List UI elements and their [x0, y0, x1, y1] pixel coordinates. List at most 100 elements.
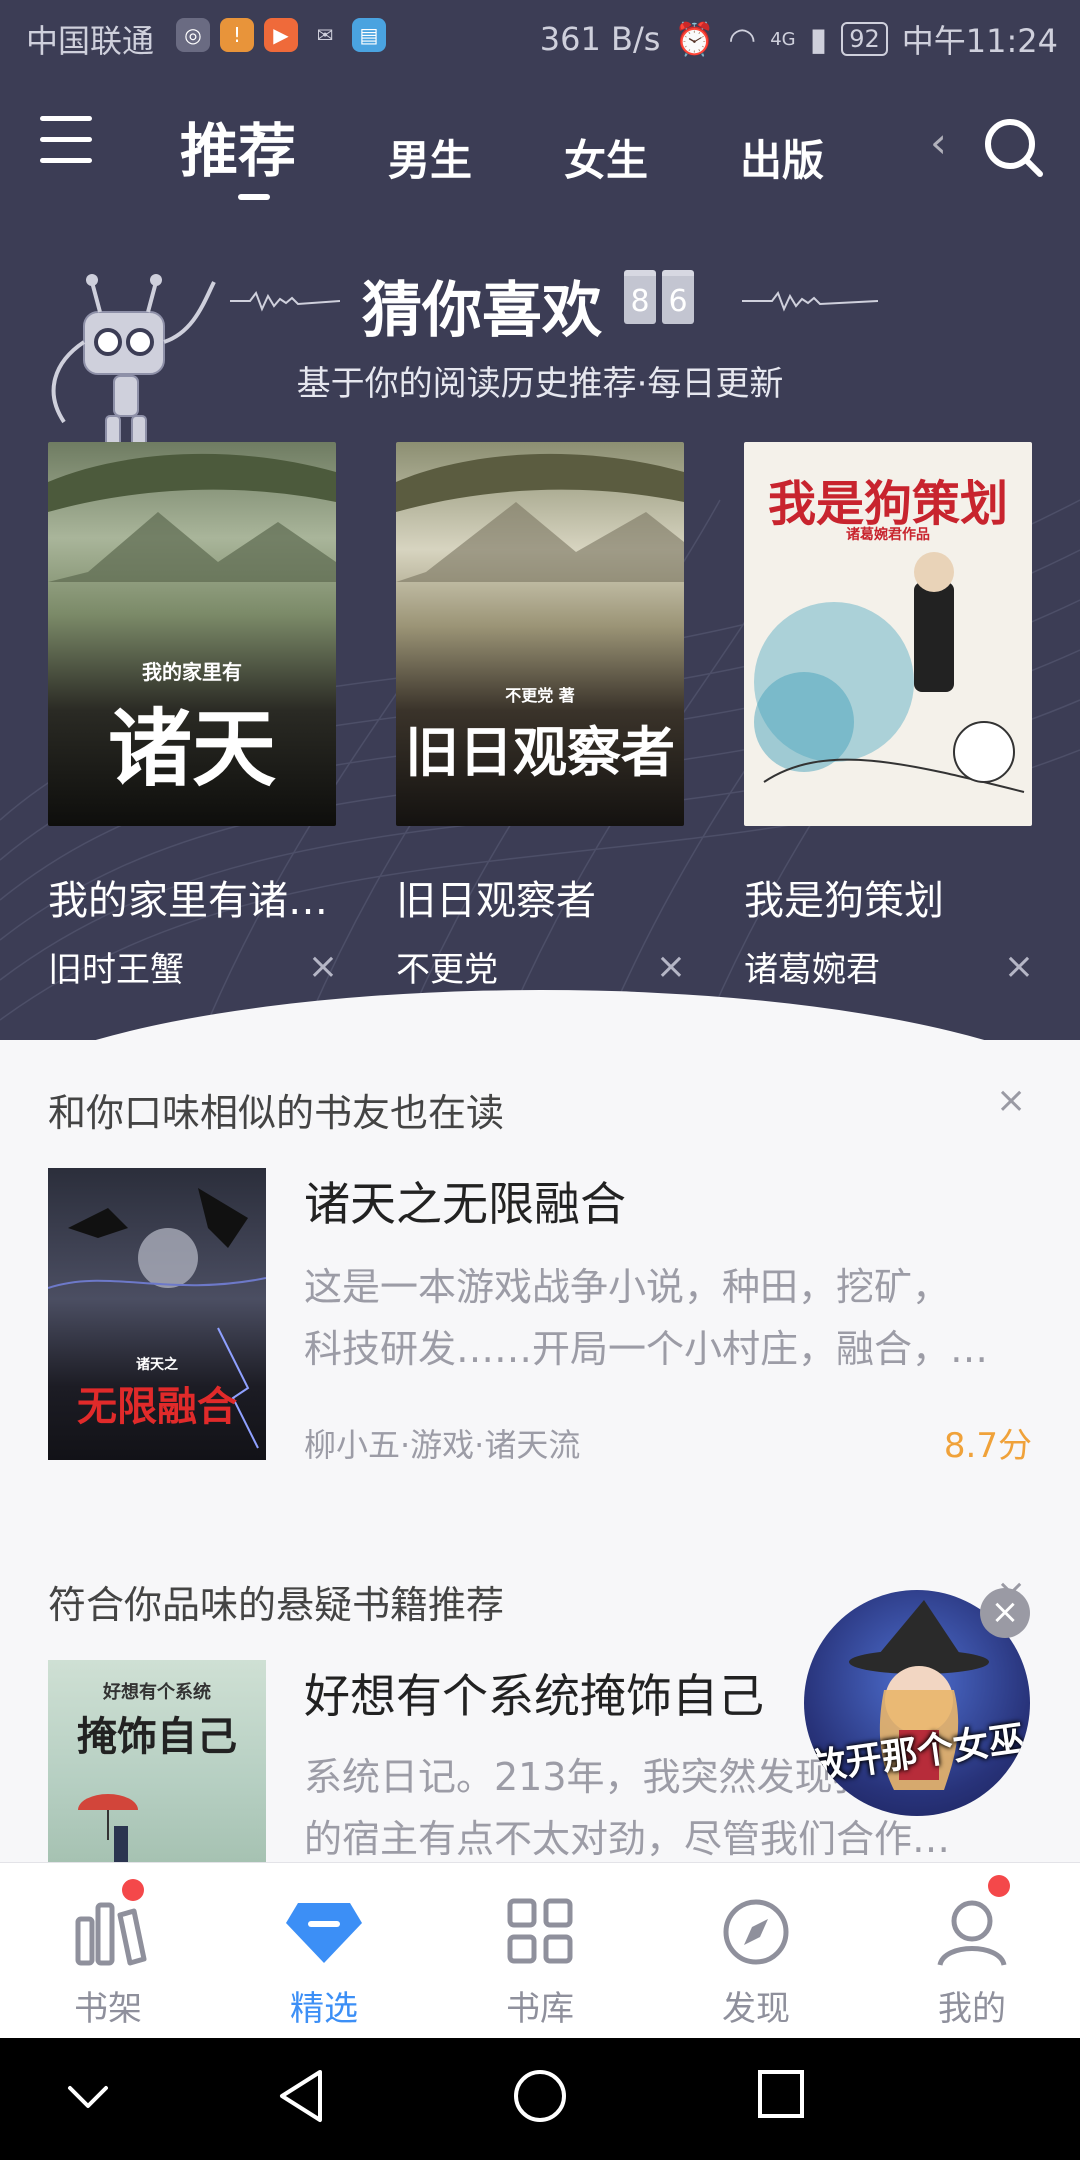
book-author: 旧时王蟹 — [48, 950, 184, 990]
rec-book-card[interactable]: 不更党 著 旧日观察者 旧日观察者 不更党 × — [396, 442, 686, 991]
book-title[interactable]: 好想有个系统掩饰自己 — [304, 1660, 764, 1726]
tab-bookshelf[interactable]: 书架 — [0, 1863, 216, 2039]
reader-app-icon: ▤ — [352, 18, 386, 52]
book-cover[interactable]: 我的家里有 诸天 — [48, 442, 336, 826]
tab-label: 书库 — [506, 1989, 574, 2029]
tab-featured[interactable]: 精选 — [216, 1863, 432, 2039]
book-author: 不更党 — [396, 950, 498, 990]
tab-library[interactable]: 书库 — [432, 1863, 648, 2039]
search-icon[interactable] — [982, 116, 1044, 178]
bookshelf-icon — [75, 1902, 147, 1966]
book-description: 这是一本游戏战争小说，种田，挖矿， 科技研发……开局一个小村庄，融合，… — [304, 1256, 1024, 1380]
cover-title: 诸天 — [107, 699, 276, 798]
tab-profile[interactable]: 我的 — [864, 1863, 1080, 2039]
clock: 中午11:24 — [901, 22, 1058, 60]
book-title[interactable]: 我的家里有诸… — [48, 868, 338, 926]
book-cover[interactable]: 我是狗策划 诸葛婉君作品 — [744, 442, 1032, 826]
book-cover[interactable]: 不更党 著 旧日观察者 — [396, 442, 684, 826]
book-title[interactable]: 诸天之无限融合 — [304, 1168, 626, 1234]
close-icon[interactable]: × — [996, 1080, 1026, 1121]
recommendation-header: 中国联通 ◎ ! ▶ ✉ ▤ 361 B/s ⏰ ◠ 4G ▮ 92 中午11:… — [0, 0, 1080, 1040]
tab-publish[interactable]: 出版 — [740, 127, 824, 188]
dismiss-icon[interactable]: × — [308, 946, 338, 987]
wechat-icon: ✉ — [316, 23, 334, 47]
category-tabs: 推荐 男生 女生 出版 — [180, 104, 916, 200]
description-line: 的宿主有点不太对劲，尽管我们合作… — [304, 1817, 951, 1861]
battery-level: 92 — [841, 22, 888, 56]
section-heading: 和你口味相似的书友也在读 — [48, 1091, 505, 1135]
cover-title: 无限融合 — [77, 1383, 237, 1430]
counter-digit: 8 — [624, 270, 656, 324]
rec-book-card[interactable]: 我的家里有 诸天 我的家里有诸… 旧时王蟹 × — [48, 442, 338, 991]
book-author-row: 不更党 × — [396, 942, 686, 991]
chevron-down-icon[interactable] — [66, 2082, 110, 2112]
tab-label: 精选 — [290, 1989, 358, 2029]
app-notification-icon: ◎ — [176, 18, 210, 52]
tab-label: 发现 — [722, 1989, 790, 2029]
tab-label: 书架 — [74, 1989, 142, 2029]
signal-icon: ▮ — [809, 20, 828, 58]
system-nav-bar — [0, 2038, 1080, 2160]
tab-label: 我的 — [938, 1989, 1006, 2029]
cartoon-cover — [754, 552, 1025, 793]
book-score: 8.7分 — [943, 1426, 1032, 1466]
home-icon[interactable] — [510, 2066, 570, 2126]
book-author: 诸葛婉君 — [744, 950, 880, 990]
dismiss-icon[interactable]: × — [1004, 946, 1034, 987]
tab-male[interactable]: 男生 — [388, 127, 472, 188]
signal-label: 4G — [770, 28, 796, 50]
back-icon[interactable] — [276, 2066, 326, 2126]
bottom-tab-bar: 书架 精选 书库 发现 我的 — [0, 1862, 1080, 2039]
book-author-row: 诸葛婉君 × — [744, 942, 1034, 991]
cover-title: 掩饰自己 — [77, 1713, 237, 1760]
book-title[interactable]: 旧日观察者 — [396, 868, 686, 926]
tab-discover[interactable]: 发现 — [648, 1863, 864, 2039]
counter-digit: 6 — [662, 270, 694, 324]
status-bar: 中国联通 ◎ ! ▶ ✉ ▤ 361 B/s ⏰ ◠ 4G ▮ 92 中午11:… — [0, 0, 1080, 72]
cover-tagline: 不更党 著 — [505, 686, 575, 705]
rec-book-card[interactable]: 我是狗策划 诸葛婉君作品 我是狗策划 诸葛婉君 × — [744, 442, 1034, 991]
umbrella-figure-cover — [78, 1794, 138, 1862]
tab-female[interactable]: 女生 — [564, 127, 648, 188]
notification-icons: ◎ ! ▶ ✉ ▤ — [176, 18, 386, 52]
cover-tagline: 诸葛婉君作品 — [846, 527, 930, 543]
notification-dot — [122, 1879, 144, 1901]
video-app-icon: ▶ — [264, 18, 298, 52]
recents-icon[interactable] — [756, 2066, 806, 2122]
carrier-label: 中国联通 — [26, 22, 155, 60]
net-speed: 361 B/s — [539, 20, 661, 58]
section-heading: 符合你品味的悬疑书籍推荐 — [48, 1583, 505, 1627]
book-cover[interactable]: 好想有个系统 掩饰自己 — [48, 1660, 266, 1862]
description-line: 这是一本游戏战争小说，种田，挖矿， — [304, 1265, 951, 1309]
status-right: 361 B/s ⏰ ◠ 4G ▮ 92 中午11:24 — [540, 16, 1058, 62]
menu-icon[interactable] — [40, 116, 92, 166]
book-meta: 柳小五·游戏·诸天流 — [304, 1426, 581, 1464]
close-ad-icon[interactable]: × — [980, 1588, 1030, 1638]
daily-counter: 8 6 — [624, 270, 694, 324]
diamond-icon — [286, 1903, 362, 1963]
cover-tagline: 好想有个系统 — [103, 1682, 211, 1703]
alarm-icon: ⏰ — [674, 20, 715, 58]
profile-icon — [937, 1900, 1007, 1966]
dismiss-icon[interactable]: × — [656, 946, 686, 987]
sound-wave-icon — [230, 290, 340, 312]
guess-title: 猜你喜欢 — [362, 276, 602, 346]
book-title[interactable]: 我是狗策划 — [744, 868, 1034, 926]
grid-icon — [507, 1898, 573, 1964]
compass-icon — [723, 1899, 789, 1965]
book-cover[interactable]: 诸天之 无限融合 — [48, 1168, 266, 1460]
guess-subtitle: 基于你的阅读历史推荐·每日更新 — [296, 364, 784, 404]
app-notification-icon: ! — [220, 18, 254, 52]
cover-tagline: 诸天之 — [136, 1357, 178, 1373]
misty-mountain-cover — [48, 453, 336, 582]
top-nav: 推荐 男生 女生 出版 ‹ — [0, 98, 1080, 200]
sound-wave-icon — [742, 290, 878, 312]
tab-overflow[interactable]: ‹ — [930, 118, 947, 167]
notification-dot — [988, 1875, 1010, 1897]
book-author-row: 旧时王蟹 × — [48, 942, 338, 991]
wifi-icon: ◠ — [728, 20, 757, 58]
misty-mountain-cover — [396, 453, 684, 582]
description-line: 科技研发……开局一个小村庄，融合，… — [304, 1327, 989, 1371]
tab-recommend[interactable]: 推荐 — [180, 104, 296, 200]
cover-title: 旧日观察者 — [405, 720, 675, 784]
